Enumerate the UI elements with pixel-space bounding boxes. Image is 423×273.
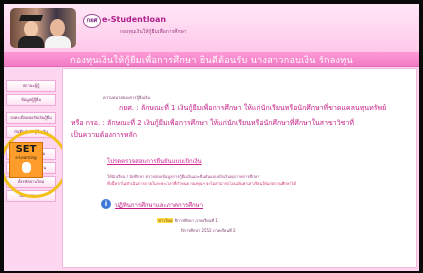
new-badge: ข่าวใหม่ xyxy=(157,218,174,223)
section-header: ความหมายของการกู้ยืมเงิน xyxy=(103,95,151,100)
instruction-note: ให้นักเรียน / นักศึกษา ตรวจสอบข้อมูลการก… xyxy=(107,174,260,179)
update-text: ปีการศึกษา ภาคเรียนที่ 1 xyxy=(174,218,218,223)
mouse-icon xyxy=(21,162,31,173)
student-face-2 xyxy=(50,19,65,37)
set-logo-text: SET xyxy=(15,144,37,155)
definition-line-3: เป็นความต้องการหลัก xyxy=(71,131,138,139)
site-header: กยศ e-Studentloan กองทุนเงินให้กู้ยืมเพื… xyxy=(4,4,419,53)
academic-year-line: ปีการศึกษา 2552 ภาคเรียนที่ 2 xyxy=(181,228,236,233)
confirm-form-link[interactable]: โปรดตรวจสอบการยืนยันแบบเบิกเงิน xyxy=(107,156,202,166)
browser-viewport: กยศ e-Studentloan กองทุนเงินให้กู้ยืมเพื… xyxy=(4,4,419,271)
student-body-2 xyxy=(45,36,71,48)
set-logo-subtext: e-Learning xyxy=(15,155,37,160)
info-icon: i xyxy=(101,199,111,209)
sidebar-item-status[interactable]: สถานะผู้กู้ xyxy=(6,80,56,92)
definition-line-2: หรือ กรอ. : ลักษณะที่ 2 เงินกู้ยืมเพื่อก… xyxy=(71,119,354,127)
header-photo xyxy=(10,8,76,48)
warning-note: ทั้งนี้หากไม่ดำเนินการภายในระยะเวลาที่กำ… xyxy=(107,181,297,186)
welcome-banner: กองทุนเงินให้กู้ยืมเพื่อการศึกษา ยินดีต้… xyxy=(4,52,419,67)
welcome-text: กองทุนเงินให้กู้ยืมเพื่อการศึกษา ยินดีต้… xyxy=(70,56,353,66)
sidebar-item-register[interactable]: ลงทะเบียนขอรับเงินกู้ยืม xyxy=(6,112,56,124)
brand-tagline: กองทุนเงินให้กู้ยืมเพื่อการศึกษา xyxy=(120,29,187,35)
main-content: ความหมายของการกู้ยืมเงิน กยศ. : ลักษณะที… xyxy=(62,68,417,268)
fund-logo: กยศ xyxy=(83,14,101,28)
academic-calendar-link[interactable]: ปฏิทินการศึกษาและภาคการศึกษา xyxy=(115,200,203,210)
definition-line-1: กยศ. : ลักษณะที่ 1 เงินกู้ยืมเพื่อการศึก… xyxy=(119,104,387,112)
set-elearning-banner[interactable]: SET e-Learning xyxy=(9,142,43,178)
student-face-1 xyxy=(24,21,38,37)
update-line: ข่าวใหม่ ปีการศึกษา ภาคเรียนที่ 1 xyxy=(157,217,218,224)
sidebar-item-borrower-info[interactable]: ข้อมูลผู้กู้ยืม xyxy=(6,94,56,106)
student-body-1 xyxy=(18,36,44,48)
brand-title: e-Studentloan xyxy=(102,15,167,24)
